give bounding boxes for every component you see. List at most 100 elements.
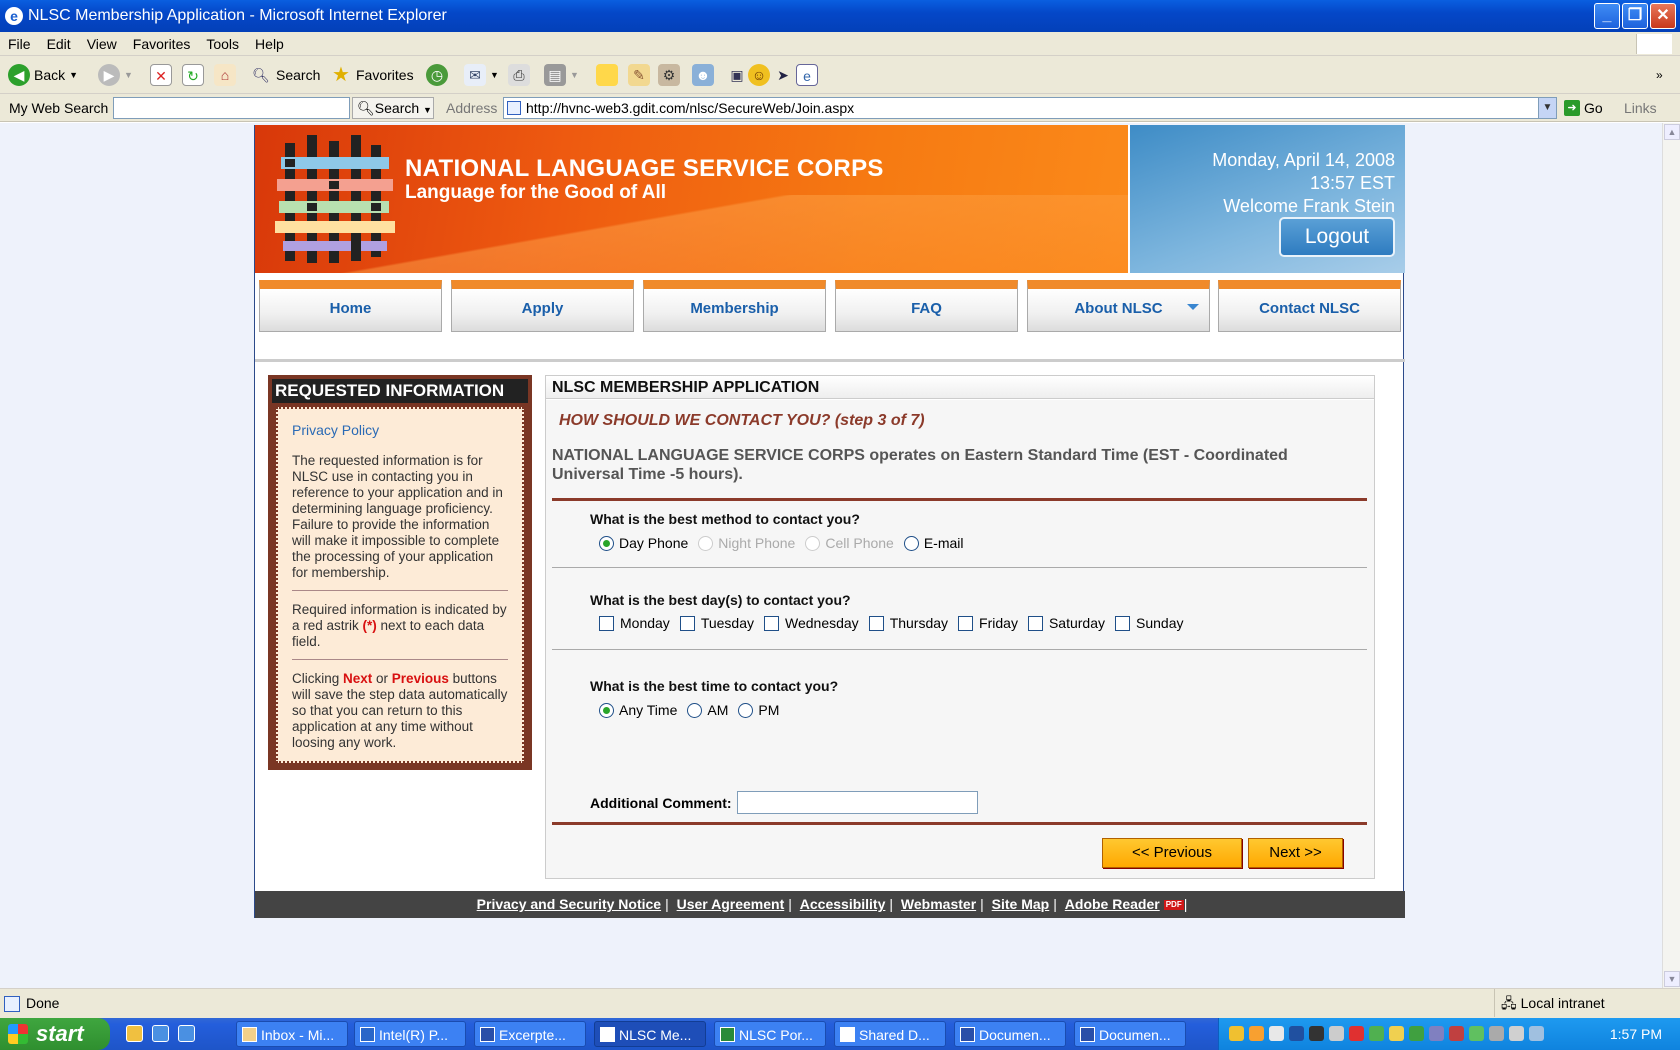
footer-webmaster-link[interactable]: Webmaster (901, 896, 976, 912)
print-button[interactable]: ⎙ (508, 62, 530, 88)
menu-help[interactable]: Help (247, 32, 292, 56)
day-wednesday[interactable]: Wednesday (764, 615, 859, 631)
network-icon[interactable] (1469, 1026, 1484, 1041)
tray-icon[interactable] (1369, 1026, 1384, 1041)
task-nlsc-membership[interactable]: NLSC Me... (594, 1021, 706, 1047)
nav-faq[interactable]: FAQ (835, 280, 1018, 332)
day-saturday[interactable]: Saturday (1027, 615, 1105, 631)
task-document-2[interactable]: Documen... (1074, 1021, 1186, 1047)
menu-view[interactable]: View (79, 32, 125, 56)
task-excerpte[interactable]: Excerpte... (474, 1021, 586, 1047)
forward-button[interactable]: ▶ ▼ (98, 62, 133, 88)
scroll-down-icon[interactable]: ▼ (1664, 971, 1680, 987)
minimize-button[interactable]: _ (1594, 3, 1620, 29)
menu-edit[interactable]: Edit (39, 32, 79, 56)
tools-button[interactable]: ⚙ (658, 62, 680, 88)
checkbox[interactable] (1115, 615, 1130, 631)
chevron-down-icon[interactable]: ▼ (1538, 98, 1556, 118)
refresh-button[interactable]: ↻ (182, 62, 204, 88)
radio[interactable] (738, 702, 754, 718)
mail-button[interactable]: ✉ ▼ (464, 62, 499, 88)
notes-button[interactable] (596, 62, 618, 88)
day-thursday[interactable]: Thursday (868, 615, 948, 631)
footer-accessibility-link[interactable]: Accessibility (800, 896, 886, 912)
back-button[interactable]: ◀ Back ▼ (8, 62, 78, 88)
previous-button[interactable]: << Previous (1102, 838, 1242, 868)
footer-sitemap-link[interactable]: Site Map (992, 896, 1050, 912)
monitor-button[interactable]: ▣ (726, 62, 748, 88)
cursor-button[interactable]: ➤ (772, 62, 794, 88)
time-any[interactable]: Any Time (599, 702, 677, 718)
comment-input[interactable] (736, 791, 978, 814)
task-intel[interactable]: Intel(R) P... (354, 1021, 466, 1047)
task-nlsc-portal[interactable]: NLSC Por... (714, 1021, 826, 1047)
tray-icon[interactable] (1509, 1026, 1524, 1041)
footer-privacy-link[interactable]: Privacy and Security Notice (477, 896, 661, 912)
logout-button[interactable]: Logout (1279, 217, 1395, 257)
task-document-1[interactable]: Documen... (954, 1021, 1066, 1047)
day-friday[interactable]: Friday (958, 615, 1018, 631)
messenger-button[interactable]: ☻ (692, 62, 714, 88)
nav-about[interactable]: About NLSC (1027, 280, 1210, 332)
tray-icon[interactable] (1249, 1026, 1264, 1041)
nav-home[interactable]: Home (259, 280, 442, 332)
next-button[interactable]: Next >> (1248, 838, 1343, 868)
checkbox[interactable] (868, 615, 884, 631)
tray-icon[interactable] (1229, 1026, 1244, 1041)
time-pm[interactable]: PM (738, 702, 779, 718)
scroll-up-icon[interactable]: ▲ (1664, 124, 1680, 140)
day-sunday[interactable]: Sunday (1115, 615, 1183, 631)
menu-file[interactable]: File (0, 32, 39, 56)
method-email[interactable]: E-mail (903, 535, 964, 551)
tray-icon[interactable] (1269, 1026, 1284, 1041)
search-button[interactable]: 🔍︎ Search (250, 62, 320, 88)
volume-icon[interactable] (1529, 1026, 1544, 1041)
radio[interactable] (687, 702, 703, 718)
tray-icon[interactable] (1349, 1026, 1364, 1041)
nav-contact[interactable]: Contact NLSC (1218, 280, 1401, 332)
research-button[interactable]: ✎ (628, 62, 650, 88)
ie-page-button[interactable]: e (796, 62, 818, 88)
footer-adobe-link[interactable]: Adobe Reader (1065, 896, 1160, 912)
maximize-button[interactable]: ❐ (1622, 3, 1648, 29)
toolbar-overflow-button[interactable]: » (1656, 62, 1663, 88)
quicklaunch-desktop-icon[interactable] (178, 1025, 195, 1042)
quicklaunch-outlook-icon[interactable] (126, 1025, 143, 1042)
address-input[interactable]: http://hvnc-web3.gdit.com/nlsc/SecureWeb… (503, 97, 1557, 119)
stop-button[interactable]: ✕ (150, 62, 172, 88)
day-tuesday[interactable]: Tuesday (679, 615, 754, 631)
tray-icon[interactable] (1289, 1026, 1304, 1041)
web-search-button[interactable]: 🔍︎Search ▼ (352, 97, 434, 119)
footer-agreement-link[interactable]: User Agreement (677, 896, 785, 912)
tray-icon[interactable] (1429, 1026, 1444, 1041)
tray-icon[interactable] (1489, 1026, 1504, 1041)
radio-selected[interactable] (599, 702, 614, 718)
close-button[interactable]: ✕ (1650, 3, 1676, 29)
smiley-button[interactable]: ☺ (748, 62, 770, 88)
tray-icon[interactable] (1389, 1026, 1404, 1041)
task-shared[interactable]: Shared D... (834, 1021, 946, 1047)
favorites-button[interactable]: ★ Favorites (330, 62, 414, 88)
web-search-input[interactable] (113, 97, 350, 119)
links-button[interactable]: Links (1624, 94, 1657, 122)
day-monday[interactable]: Monday (599, 615, 670, 631)
method-day-phone[interactable]: Day Phone (599, 535, 688, 551)
time-am[interactable]: AM (687, 702, 728, 718)
history-button[interactable]: ◷ (426, 62, 448, 88)
nav-membership[interactable]: Membership (643, 280, 826, 332)
vertical-scrollbar[interactable]: ▲ ▼ (1662, 123, 1680, 988)
edit-button[interactable]: ▤ ▼ (544, 62, 579, 88)
checkbox[interactable] (679, 615, 695, 631)
tray-icon[interactable] (1309, 1026, 1324, 1041)
menu-tools[interactable]: Tools (198, 32, 247, 56)
radio[interactable] (903, 535, 919, 551)
privacy-policy-link[interactable]: Privacy Policy (292, 422, 508, 438)
checkbox[interactable] (1027, 615, 1043, 631)
tray-icon[interactable] (1329, 1026, 1344, 1041)
task-inbox[interactable]: Inbox - Mi... (236, 1021, 348, 1047)
tray-icon[interactable] (1449, 1026, 1464, 1041)
tray-icon[interactable] (1409, 1026, 1424, 1041)
checkbox[interactable] (958, 615, 974, 631)
menu-favorites[interactable]: Favorites (125, 32, 199, 56)
checkbox[interactable] (599, 615, 614, 631)
